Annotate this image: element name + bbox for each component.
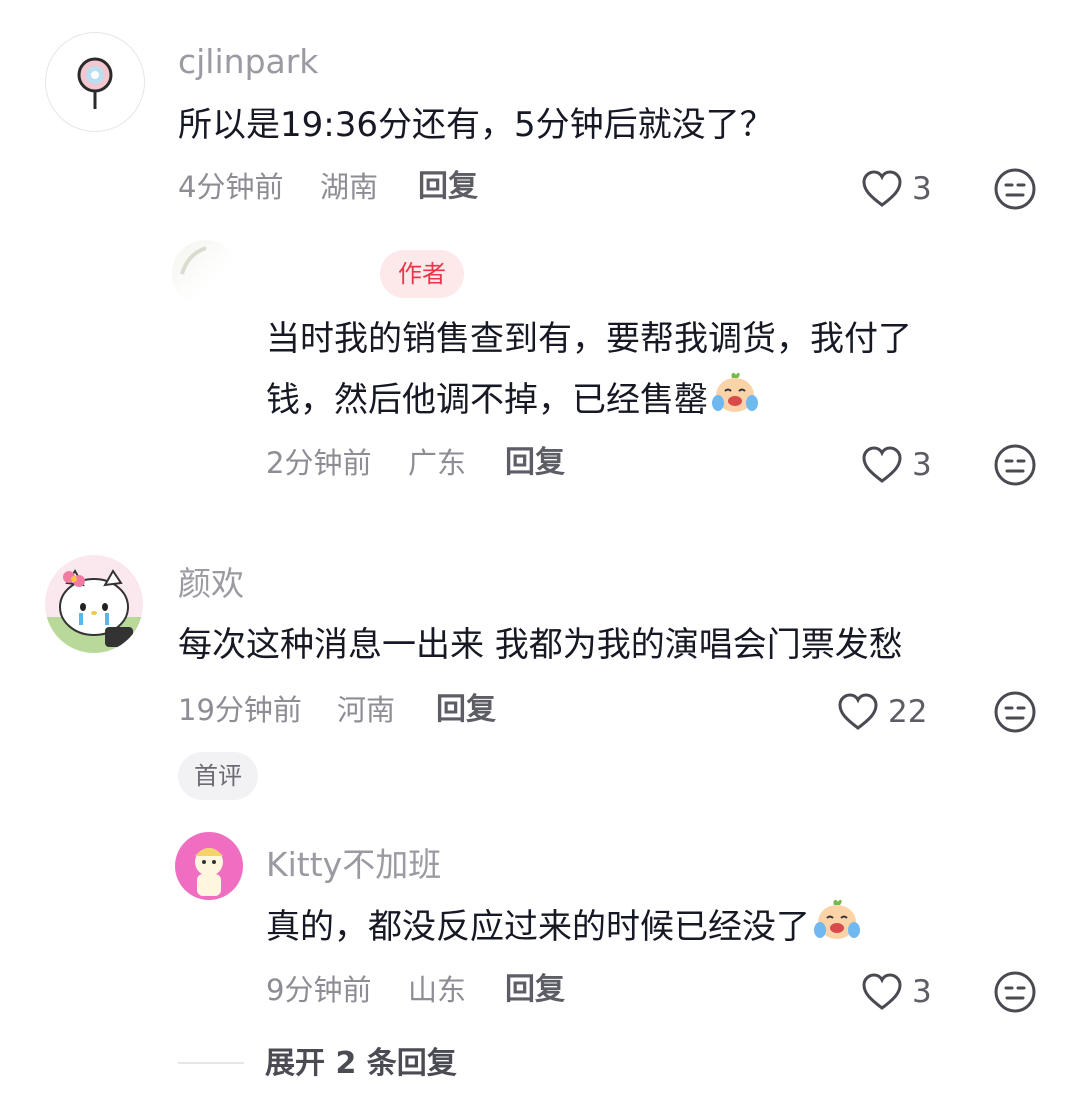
- like-button[interactable]: 22: [836, 692, 927, 732]
- avatar-image: [180, 246, 207, 275]
- heart-icon: [862, 973, 902, 1010]
- comment-username[interactable]: cjlinpark: [178, 42, 318, 82]
- reply-text: 钱，然后他调不掉，已经售罄: [266, 380, 708, 420]
- comment-text: 所以是19:36分还有，5分钟后就没了？: [178, 105, 774, 145]
- reply-location: 山东: [408, 973, 467, 1007]
- like-count: 3: [912, 974, 932, 1010]
- dislike-icon[interactable]: [993, 443, 1037, 487]
- like-count: 3: [912, 447, 932, 483]
- first-comment-tag: 首评: [178, 752, 258, 800]
- lollipop-icon: [77, 57, 113, 109]
- hello-kitty-icon: [45, 569, 143, 653]
- reply-button[interactable]: 回复: [436, 690, 496, 730]
- comment-time: 4分钟前: [178, 170, 284, 204]
- like-button[interactable]: 3: [860, 445, 932, 485]
- expand-replies-button[interactable]: 展开 2 条回复: [265, 1044, 457, 1084]
- reply-text-line-1: 当时我的销售查到有，要帮我调货，我付了: [266, 319, 912, 359]
- reply-avatar[interactable]: [175, 832, 243, 900]
- dislike-icon[interactable]: [993, 690, 1037, 734]
- reply-text-line-2: 钱，然后他调不掉，已经售罄: [266, 369, 760, 434]
- dislike-icon[interactable]: [993, 167, 1037, 211]
- cartoon-character-icon: [195, 848, 223, 896]
- comment-location: 河南: [337, 693, 396, 727]
- crying-laughing-emoji: [812, 896, 862, 961]
- reply-avatar[interactable]: [172, 240, 240, 308]
- author-badge: 作者: [380, 250, 464, 298]
- reply-username[interactable]: Kitty不加班: [266, 845, 441, 885]
- avatar[interactable]: [45, 555, 143, 653]
- expand-divider: [178, 1062, 244, 1064]
- comment-location: 湖南: [320, 170, 379, 204]
- heart-icon: [838, 693, 878, 730]
- reply-time: 2分钟前: [266, 446, 372, 480]
- crying-laughing-emoji: [710, 369, 760, 434]
- comment-username[interactable]: 颜欢: [178, 564, 244, 604]
- like-button[interactable]: 3: [860, 169, 932, 209]
- heart-icon: [862, 446, 902, 483]
- reply-button[interactable]: 回复: [505, 443, 565, 483]
- comment-time: 19分钟前: [178, 693, 302, 727]
- reply-button[interactable]: 回复: [418, 167, 478, 207]
- like-button[interactable]: 3: [860, 972, 932, 1012]
- avatar[interactable]: [45, 32, 145, 132]
- reply-text: 真的，都没反应过来的时候已经没了: [266, 907, 810, 947]
- reply-time: 9分钟前: [266, 973, 372, 1007]
- reply-button[interactable]: 回复: [505, 970, 565, 1010]
- comment-text: 每次这种消息一出来 我都为我的演唱会门票发愁: [178, 625, 903, 665]
- like-count: 22: [888, 694, 928, 730]
- reply-text-line: 真的，都没反应过来的时候已经没了: [266, 896, 862, 961]
- heart-icon: [862, 170, 902, 207]
- like-count: 3: [912, 171, 932, 207]
- dislike-icon[interactable]: [993, 970, 1037, 1014]
- reply-location: 广东: [408, 446, 467, 480]
